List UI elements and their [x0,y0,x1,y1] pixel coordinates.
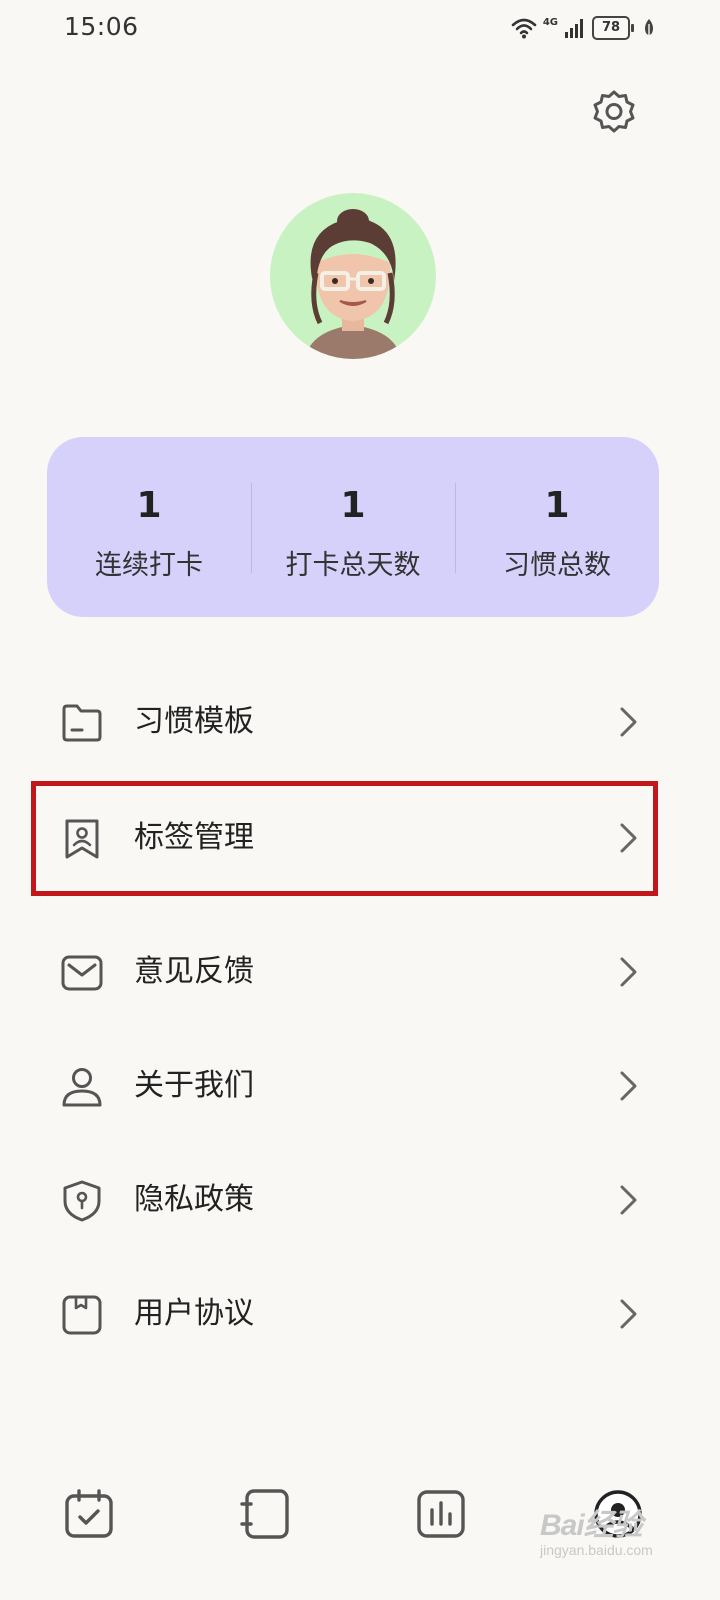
watermark: Bai经验 jingyan.baidu.com [540,1500,653,1558]
folder-icon [62,704,102,742]
menu-item-tag-management[interactable]: 标签管理 [46,781,660,895]
watermark-main: Bai经验 [540,1509,643,1542]
leaf-icon [645,19,653,37]
calendar-check-icon [65,1489,113,1538]
stat-total-habits: 1 习惯总数 [455,437,659,617]
menu-item-habit-templates[interactable]: 习惯模板 [46,665,660,779]
menu-item-label: 习惯模板 [134,704,254,739]
shield-icon [63,1180,101,1222]
watermark-sub: jingyan.baidu.com [540,1542,653,1558]
stat-streak: 1 连续打卡 [47,437,251,617]
nav-statistics[interactable] [413,1486,469,1542]
signal-icon [565,19,583,38]
chevron-right-icon [620,1071,637,1101]
status-time: 15:06 [64,12,139,41]
document-icon [62,1295,102,1335]
settings-button[interactable] [590,88,638,136]
chevron-right-icon [620,957,637,987]
mail-icon [61,955,103,991]
stat-value: 1 [340,485,366,526]
menu-item-label: 标签管理 [134,820,254,855]
status-icons: 4G 78 [511,14,656,42]
chevron-right-icon [620,707,637,737]
menu-item-label: 意见反馈 [134,954,254,989]
menu-item-about-us[interactable]: 关于我们 [46,1029,660,1143]
wifi-icon [511,18,537,39]
stat-value: 1 [544,485,570,526]
bookmark-icon [65,819,99,859]
stat-total-days: 1 打卡总天数 [251,437,455,617]
bar-chart-icon [417,1490,465,1538]
chevron-right-icon [620,823,637,853]
chevron-right-icon [620,1299,637,1329]
stat-label: 习惯总数 [503,550,611,581]
notebook-icon [240,1489,289,1539]
person-icon [62,1068,102,1107]
gear-icon [593,90,635,133]
menu-item-label: 隐私政策 [134,1182,254,1217]
menu-item-label: 用户协议 [134,1296,254,1331]
menu-item-privacy-policy[interactable]: 隐私政策 [46,1143,660,1257]
menu-item-user-agreement[interactable]: 用户协议 [46,1257,660,1371]
network-type: 4G [542,16,558,28]
avatar-illustration [305,209,401,359]
stats-card: 1 连续打卡 1 打卡总天数 1 习惯总数 [47,437,659,617]
stat-value: 1 [136,485,162,526]
battery-indicator: 78 [592,16,634,40]
menu-item-feedback[interactable]: 意见反馈 [46,915,660,1029]
avatar[interactable] [270,193,436,359]
chevron-right-icon [620,1185,637,1215]
stat-label: 连续打卡 [95,550,203,581]
stat-label: 打卡总天数 [285,550,421,581]
status-bar: 15:06 4G 78 [0,0,720,56]
nav-habits[interactable] [238,1486,294,1542]
menu-item-label: 关于我们 [134,1068,254,1103]
nav-checkin[interactable] [61,1486,117,1542]
